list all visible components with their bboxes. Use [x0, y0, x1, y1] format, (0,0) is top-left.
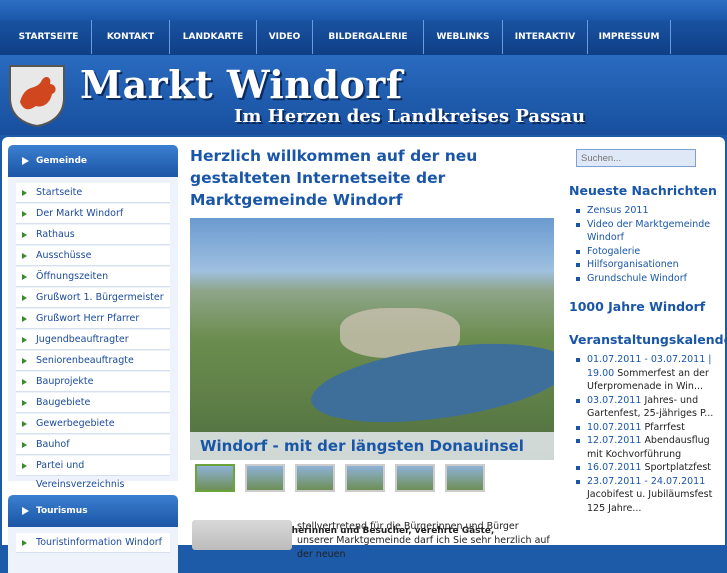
thumbnail-4[interactable] — [345, 464, 385, 492]
event-item[interactable]: 03.07.2011 Jahres- und Gartenfest, 25-jä… — [573, 394, 722, 421]
news-list: Zensus 2011 Video der Marktgemeinde Wind… — [567, 204, 722, 285]
event-item[interactable]: 10.07.2011 Pfarrfest — [573, 421, 722, 435]
news-item[interactable]: Grundschule Windorf — [573, 272, 722, 286]
news-item[interactable]: Video der Marktgemeinde Windorf — [573, 218, 722, 245]
sidebar-item-baugebiete[interactable]: Baugebiete — [16, 393, 170, 413]
slideshow-caption: Windorf - mit der längsten Donauinsel — [190, 432, 554, 460]
sidebar-menu-tourismus: Touristinformation Windorf — [8, 527, 178, 573]
top-navigation: STARTSEITE KONTAKT LANDKARTE VIDEO BILDE… — [0, 0, 727, 55]
nav-startseite[interactable]: STARTSEITE — [6, 20, 92, 54]
nav-impressum[interactable]: IMPRESSUM — [588, 20, 671, 54]
thumbnail-6[interactable] — [445, 464, 485, 492]
event-date[interactable]: 12.07.2011 — [587, 435, 641, 446]
event-text: Sportplatzfest — [644, 462, 712, 473]
main-content: Herzlich willkommen auf der neu gestalte… — [190, 145, 555, 560]
sidebar-item-jugendbeauftragter[interactable]: Jugendbeauftragter — [16, 330, 170, 350]
thumbnail-5[interactable] — [395, 464, 435, 492]
sidebar-item-bauhof[interactable]: Bauhof — [16, 435, 170, 455]
event-item[interactable]: 01.07.2011 - 03.07.2011 | 19.00 Sommerfe… — [573, 353, 722, 394]
nav-weblinks[interactable]: WEBLINKS — [424, 20, 503, 54]
nav-bildergalerie[interactable]: BILDERGALERIE — [313, 20, 424, 54]
thumbnail-3[interactable] — [295, 464, 335, 492]
sidebar-item-touristinformation[interactable]: Touristinformation Windorf — [16, 533, 170, 553]
sidebar: Gemeinde Startseite Der Markt Windorf Ra… — [8, 145, 178, 573]
event-item[interactable]: 23.07.2011 - 24.07.2011 Jacobifest u. Ju… — [573, 475, 722, 516]
site-title: Markt Windorf — [80, 62, 403, 107]
event-item[interactable]: 16.07.2011 Sportplatzfest — [573, 461, 722, 475]
slideshow-thumbnails — [195, 464, 555, 492]
event-text: Jacobifest u. Jubiläumsfest 125 Jahre... — [587, 489, 713, 514]
sidebar-item-gewerbegebiete[interactable]: Gewerbegebiete — [16, 414, 170, 434]
event-text: Pfarrfest — [644, 421, 685, 433]
nav-top-strip — [0, 0, 727, 20]
news-item[interactable]: Hilfsorganisationen — [573, 258, 722, 272]
mayor-photo — [192, 520, 292, 550]
news-heading: Neueste Nachrichten — [569, 183, 717, 198]
nav-landkarte[interactable]: LANDKARTE — [170, 20, 257, 54]
nav-video[interactable]: VIDEO — [257, 20, 313, 54]
sidebar-item-ausschuesse[interactable]: Ausschüsse — [16, 246, 170, 266]
sidebar-item-bauprojekte[interactable]: Bauprojekte — [16, 372, 170, 392]
event-date[interactable]: 10.07.2011 — [587, 422, 641, 433]
sidebar-heading-tourismus[interactable]: Tourismus — [8, 495, 178, 527]
welcome-text: stellvertretend für die Bürgerinnen und … — [297, 521, 550, 560]
events-list: 01.07.2011 - 03.07.2011 | 19.00 Sommerfe… — [567, 353, 722, 515]
thumbnail-2[interactable] — [245, 464, 285, 492]
nav-interaktiv[interactable]: INTERAKTIV — [503, 20, 588, 54]
sidebar-item-der-markt-windorf[interactable]: Der Markt Windorf — [16, 204, 170, 224]
right-column: Neueste Nachrichten Zensus 2011 Video de… — [567, 145, 727, 515]
sidebar-item-grusswort-buergermeister[interactable]: Grußwort 1. Bürgermeister — [16, 288, 170, 308]
slideshow-image[interactable]: Windorf - mit der längsten Donauinsel — [190, 218, 554, 460]
news-item[interactable]: Fotogalerie — [573, 245, 722, 259]
search-input[interactable] — [576, 149, 696, 167]
thumbnail-1[interactable] — [195, 464, 235, 492]
sidebar-heading-gemeinde[interactable]: Gemeinde — [8, 145, 178, 177]
sidebar-item-seniorenbeauftragte[interactable]: Seniorenbeauftragte — [16, 351, 170, 371]
event-date[interactable]: 23.07.2011 - 24.07.2011 — [587, 476, 705, 487]
news-item[interactable]: Zensus 2011 — [573, 204, 722, 218]
page-headline: Herzlich willkommen auf der neu gestalte… — [190, 147, 478, 209]
site-subtitle: Im Herzen des Landkreises Passau — [234, 106, 586, 127]
sidebar-item-grusswort-pfarrer[interactable]: Grußwort Herr Pfarrer — [16, 309, 170, 329]
sidebar-item-startseite[interactable]: Startseite — [16, 183, 170, 203]
nav-kontakt[interactable]: KONTAKT — [92, 20, 170, 54]
event-item[interactable]: 12.07.2011 Abendausflug mit Kochvorführu… — [573, 434, 722, 461]
sidebar-item-rathaus[interactable]: Rathaus — [16, 225, 170, 245]
events-heading: Veranstaltungskalender — [569, 332, 727, 347]
event-date[interactable]: 16.07.2011 — [587, 462, 641, 473]
sidebar-item-vereinsverzeichnis[interactable]: Partei und Vereinsverzeichnis — [16, 456, 170, 490]
coat-of-arms-icon — [9, 65, 65, 128]
event-date[interactable]: 03.07.2011 — [587, 395, 641, 406]
jubilee-heading[interactable]: 1000 Jahre Windorf — [569, 299, 722, 314]
sidebar-menu-gemeinde: Startseite Der Markt Windorf Rathaus Aus… — [8, 177, 178, 490]
sidebar-item-oeffnungszeiten[interactable]: Öffnungszeiten — [16, 267, 170, 287]
